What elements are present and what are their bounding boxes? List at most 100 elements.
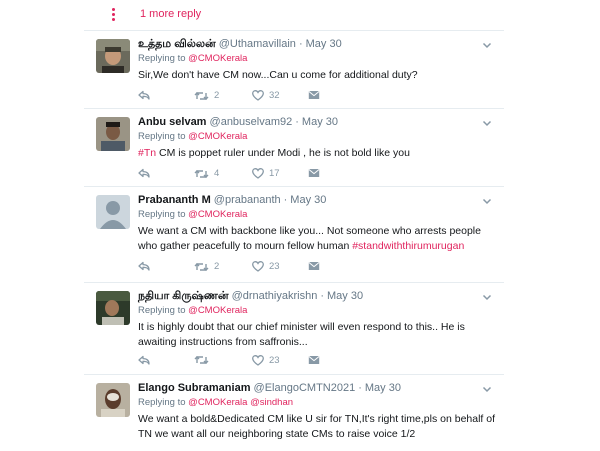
more-vertical-icon xyxy=(112,8,116,22)
author-name[interactable]: உத்தம வில்லன் xyxy=(138,38,216,50)
like-count: 23 xyxy=(269,355,280,366)
like-button[interactable]: 17 xyxy=(252,168,280,179)
reply-icon xyxy=(138,355,150,365)
tweet-header: Prabananth M @prabananth · May 30 xyxy=(138,194,326,206)
tweet-actions: 23 xyxy=(138,355,358,367)
mention-link[interactable]: @CMOKerala xyxy=(188,53,247,64)
separator-dot: · xyxy=(295,116,299,128)
tweet-text: It is highly doubt that our chief minist… xyxy=(138,320,498,350)
mention-link[interactable]: @sindhan xyxy=(250,397,293,408)
direct-message-button[interactable] xyxy=(308,355,320,365)
chevron-down-icon[interactable] xyxy=(482,289,492,301)
author-name[interactable]: Elango Subramaniam xyxy=(138,382,250,394)
tweet-actions: 2 32 xyxy=(138,90,358,102)
tweet-text: Sir,We don't have CM now...Can u come fo… xyxy=(138,68,498,83)
mention-link[interactable]: @CMOKerala xyxy=(188,131,247,142)
retweet-button[interactable]: 4 xyxy=(194,168,219,179)
mention-link[interactable]: @CMOKerala xyxy=(188,209,247,220)
author-handle[interactable]: @anbuselvam92 xyxy=(210,116,293,128)
avatar[interactable] xyxy=(96,195,130,229)
avatar[interactable] xyxy=(96,39,130,73)
like-count: 17 xyxy=(269,168,280,179)
separator-dot: · xyxy=(320,290,324,302)
direct-message-button[interactable] xyxy=(308,261,320,271)
chevron-down-icon[interactable] xyxy=(482,381,492,393)
retweet-icon xyxy=(194,262,209,272)
direct-message-icon xyxy=(308,261,320,271)
hashtag-link[interactable]: #standwiththirumurugan xyxy=(352,240,464,252)
text-segment: Sir,We don't have CM now...Can u come fo… xyxy=(138,69,418,81)
separator-dot: · xyxy=(283,194,288,206)
retweet-icon xyxy=(194,91,209,101)
author-name[interactable]: நதியா கிருஷ்ணன் xyxy=(138,290,229,302)
tweet-timestamp[interactable]: May 30 xyxy=(306,38,342,50)
mention-link[interactable]: @CMOKerala xyxy=(188,305,247,316)
like-icon xyxy=(252,355,264,366)
tweet-header: Elango Subramaniam @ElangoCMTN2021 · May 3… xyxy=(138,382,401,394)
replying-prefix: Replying to xyxy=(138,209,186,220)
direct-message-icon xyxy=(308,355,320,365)
direct-message-icon xyxy=(308,168,320,178)
replying-prefix: Replying to xyxy=(138,397,186,408)
author-handle[interactable]: @ElangoCMTN2021 xyxy=(254,382,356,394)
tweet-timestamp[interactable]: May 30 xyxy=(302,116,338,128)
like-button[interactable]: 23 xyxy=(252,355,280,366)
chevron-down-icon[interactable] xyxy=(482,37,492,49)
replying-to: Replying to @CMOKerala xyxy=(138,209,247,220)
reply-icon xyxy=(138,168,150,178)
like-button[interactable]: 32 xyxy=(252,90,280,101)
separator-dot: · xyxy=(358,382,362,394)
tweet-timestamp[interactable]: May 30 xyxy=(327,290,363,302)
like-count: 32 xyxy=(269,90,280,101)
like-count: 23 xyxy=(269,261,280,272)
retweet-count: 4 xyxy=(214,168,220,179)
direct-message-button[interactable] xyxy=(308,168,320,178)
retweet-button[interactable]: 2 xyxy=(194,90,219,101)
tweet-actions: 4 17 xyxy=(138,168,358,180)
author-name[interactable]: Anbu selvam xyxy=(138,116,206,128)
hashtag-link[interactable]: #Tn xyxy=(138,147,156,159)
tweet-text: We want a bold&Dedicated CM like U sir f… xyxy=(138,412,498,442)
reply-button[interactable] xyxy=(138,90,150,100)
retweet-count: 2 xyxy=(214,261,220,272)
author-name[interactable]: Prabananth M xyxy=(138,194,211,206)
retweet-icon xyxy=(194,355,209,365)
retweet-button[interactable] xyxy=(194,355,214,365)
tweet-card: Elango Subramaniam @ElangoCMTN2021 · May 3… xyxy=(84,374,504,451)
mention-link[interactable]: @CMOKerala xyxy=(188,397,247,408)
reply-button[interactable] xyxy=(138,168,150,178)
replying-prefix: Replying to xyxy=(138,131,186,142)
like-icon xyxy=(252,261,264,272)
author-handle[interactable]: @prabananth xyxy=(214,194,281,206)
tweet-card: நதியா கிருஷ்ணன் @drnathiyakrishn · May 30 R… xyxy=(84,282,504,375)
tweet-timestamp[interactable]: May 30 xyxy=(365,382,401,394)
replying-to: Replying to @CMOKerala xyxy=(138,53,247,64)
tweet-timestamp[interactable]: May 30 xyxy=(290,194,326,206)
more-replies-link[interactable]: 1 more reply xyxy=(140,8,201,20)
tweet-card: உத்தம வில்லன் @Uthamavillain · May 30 Reply… xyxy=(84,30,504,109)
reply-button[interactable] xyxy=(138,355,150,365)
chevron-down-icon[interactable] xyxy=(482,193,492,205)
text-segment: It is highly doubt that our chief minist… xyxy=(138,321,465,348)
tweet-header: Anbu selvam @anbuselvam92 · May 30 xyxy=(138,116,338,128)
avatar[interactable] xyxy=(96,117,130,151)
author-handle[interactable]: @drnathiyakrishn xyxy=(232,290,318,302)
reply-icon xyxy=(138,261,150,271)
retweet-count: 2 xyxy=(214,90,220,101)
reply-icon xyxy=(138,90,150,100)
reply-button[interactable] xyxy=(138,261,150,271)
direct-message-button[interactable] xyxy=(308,90,320,100)
retweet-button[interactable]: 2 xyxy=(194,261,219,272)
like-button[interactable]: 23 xyxy=(252,261,280,272)
tweet-header: உத்தம வில்லன் @Uthamavillain · May 30 xyxy=(138,38,342,52)
more-replies-row[interactable]: 1 more reply xyxy=(0,0,600,26)
avatar[interactable] xyxy=(96,291,130,325)
avatar[interactable] xyxy=(96,383,130,417)
chevron-down-icon[interactable] xyxy=(482,115,492,127)
text-segment: CM is poppet ruler under Modi , he is no… xyxy=(156,147,410,159)
author-handle[interactable]: @Uthamavillain xyxy=(219,38,296,50)
tweet-card: Anbu selvam @anbuselvam92 · May 30 Replying… xyxy=(84,108,504,187)
direct-message-icon xyxy=(308,90,320,100)
tweet-header: நதியா கிருஷ்ணன் @drnathiyakrishn · May 30 xyxy=(138,290,363,304)
retweet-icon xyxy=(194,169,209,179)
